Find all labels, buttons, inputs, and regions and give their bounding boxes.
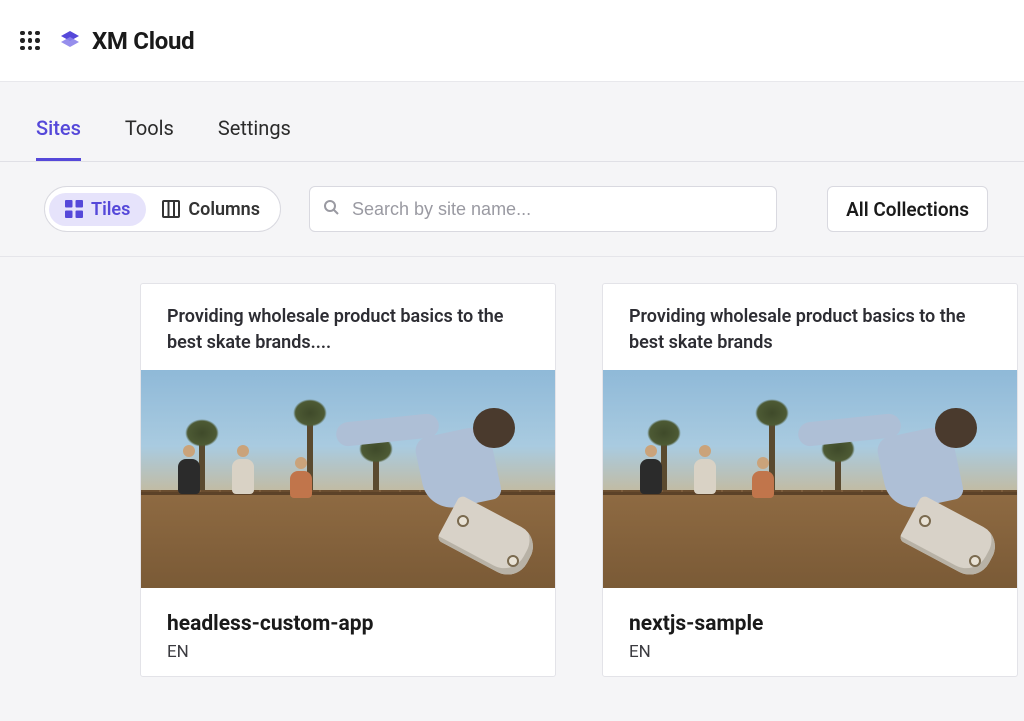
sites-grid: Providing wholesale product basics to th… bbox=[0, 257, 1024, 677]
search-input[interactable] bbox=[309, 186, 777, 232]
tab-settings[interactable]: Settings bbox=[218, 116, 291, 161]
view-tiles-label: Tiles bbox=[91, 199, 130, 220]
product-logo[interactable]: XM Cloud bbox=[58, 27, 194, 55]
site-thumbnail bbox=[603, 370, 1017, 588]
site-description: Providing wholesale product basics to th… bbox=[603, 284, 1017, 370]
collections-filter-button[interactable]: All Collections bbox=[827, 186, 988, 232]
site-language: EN bbox=[167, 642, 529, 662]
collections-filter-label: All Collections bbox=[846, 198, 969, 221]
product-name: XM Cloud bbox=[92, 27, 194, 55]
logo-icon bbox=[58, 29, 82, 53]
view-mode-switch: Tiles Columns bbox=[44, 186, 281, 232]
main-tabs: Sites Tools Settings bbox=[0, 82, 1024, 162]
apps-launcher-icon[interactable] bbox=[20, 31, 40, 51]
site-description: Providing wholesale product basics to th… bbox=[141, 284, 555, 370]
site-thumbnail bbox=[141, 370, 555, 588]
view-columns-button[interactable]: Columns bbox=[146, 193, 276, 226]
site-meta: headless-custom-app EN bbox=[141, 588, 555, 676]
site-card[interactable]: Providing wholesale product basics to th… bbox=[140, 283, 556, 677]
sites-toolbar: Tiles Columns All Collections bbox=[0, 162, 1024, 257]
app-header: XM Cloud bbox=[0, 0, 1024, 82]
site-name: headless-custom-app bbox=[167, 612, 529, 636]
search-icon bbox=[323, 199, 339, 219]
view-tiles-button[interactable]: Tiles bbox=[49, 193, 146, 226]
tiles-icon bbox=[65, 200, 83, 218]
site-meta: nextjs-sample EN bbox=[603, 588, 1017, 676]
columns-icon bbox=[162, 200, 180, 218]
site-name: nextjs-sample bbox=[629, 612, 991, 636]
view-columns-label: Columns bbox=[188, 199, 260, 220]
search-wrapper bbox=[309, 186, 777, 232]
site-card[interactable]: Providing wholesale product basics to th… bbox=[602, 283, 1018, 677]
site-language: EN bbox=[629, 642, 991, 662]
tab-sites[interactable]: Sites bbox=[36, 116, 81, 161]
tab-tools[interactable]: Tools bbox=[125, 116, 174, 161]
